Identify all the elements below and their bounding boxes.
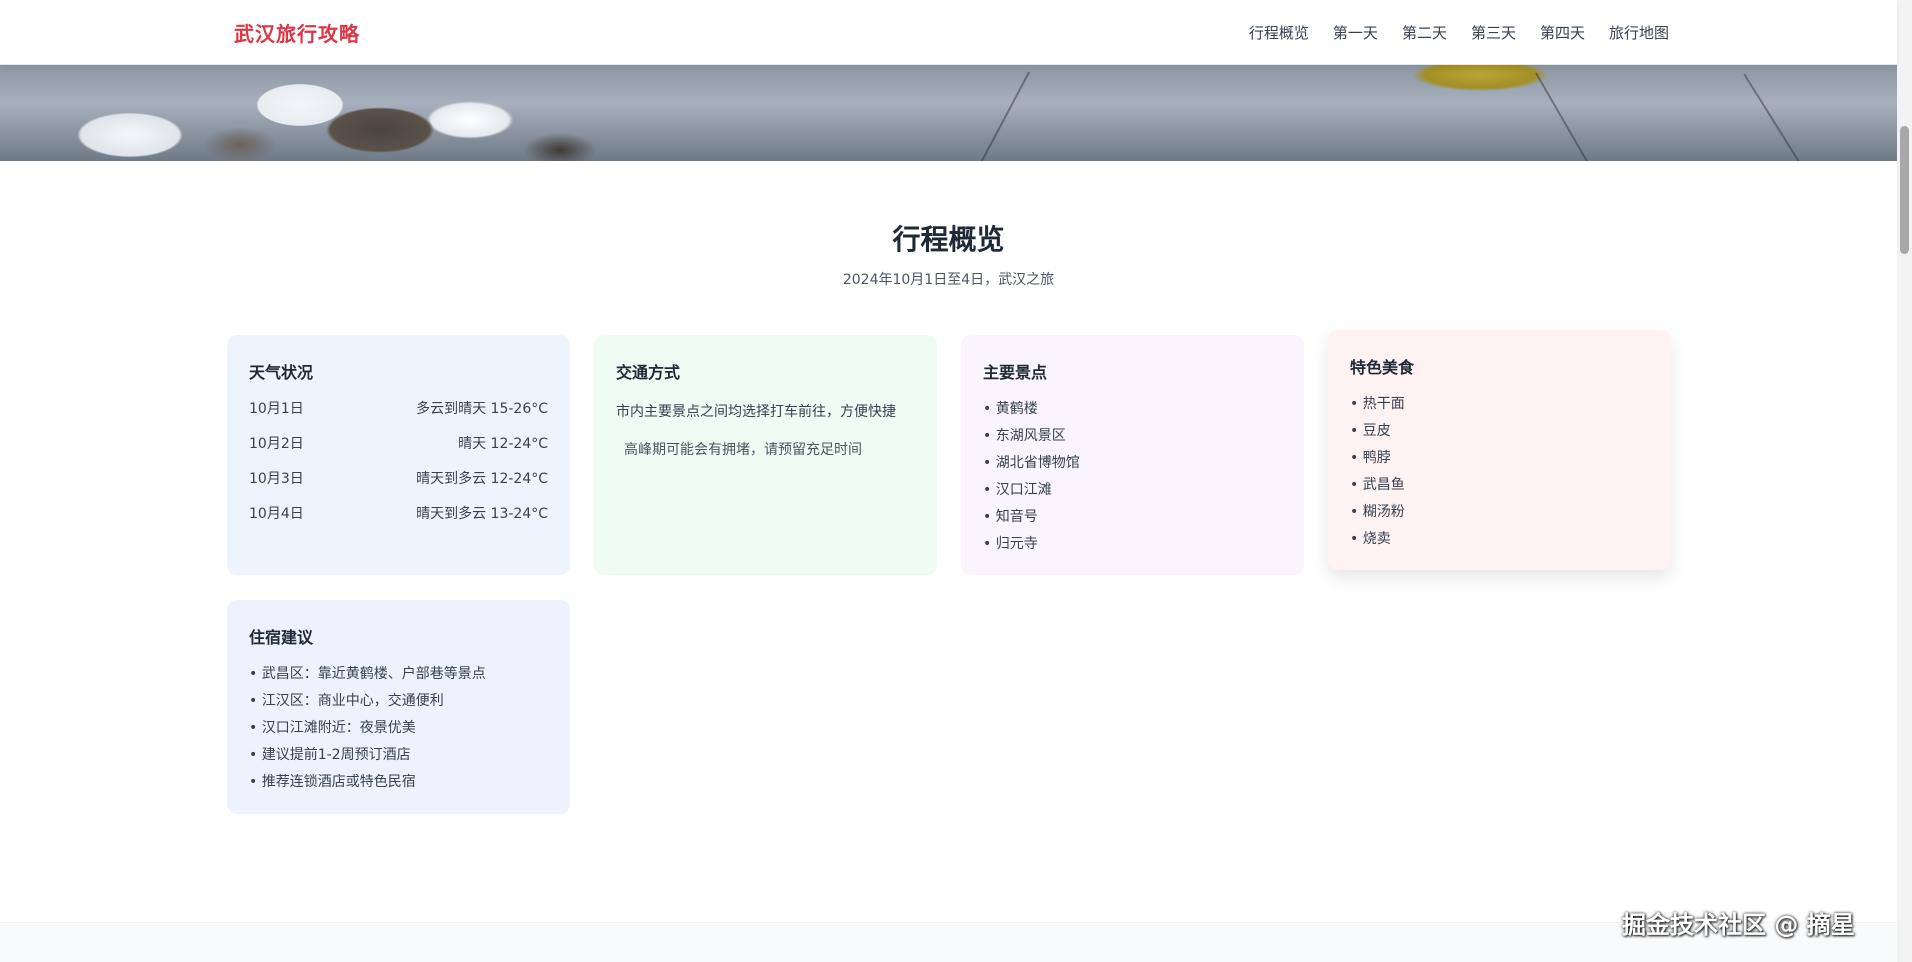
top-navbar: 武汉旅行攻略 行程概览 第一天 第二天 第三天 第四天 旅行地图 [0,0,1897,65]
next-section [0,922,1897,962]
lodging-card: 住宿建议 武昌区：靠近黄鹤楼、户部巷等景点 江汉区：商业中心，交通便利 汉口江滩… [227,600,570,814]
weather-date: 10月4日 [249,506,304,522]
transport-note: 高峰期可能会有拥堵，请预留充足时间 [624,442,862,458]
hero-rope-line [971,71,1031,161]
list-item: 武昌区：靠近黄鹤楼、户部巷等景点 [249,664,548,691]
weather-row: 10月3日 晴天到多云 12-24°C [249,469,548,504]
page: 武汉旅行攻略 行程概览 第一天 第二天 第三天 第四天 旅行地图 行程概览 20… [0,0,1912,962]
hero-rope-line [1535,72,1597,161]
list-item: 黄鹤楼 [983,399,1282,426]
list-item: 烧卖 [1350,529,1649,556]
nav-link-day4[interactable]: 第四天 [1540,22,1585,43]
nav-link-day3[interactable]: 第三天 [1471,22,1516,43]
weather-forecast: 晴天到多云 12-24°C [416,471,548,487]
sights-card: 主要景点 黄鹤楼 东湖风景区 湖北省博物馆 汉口江滩 知音号 归元寺 [961,335,1304,575]
scrollbar-thumb[interactable] [1900,126,1909,254]
section-subtitle: 2024年10月1日至4日，武汉之旅 [842,272,1055,288]
nav-link-overview[interactable]: 行程概览 [1249,22,1309,43]
food-card-title: 特色美食 [1350,358,1415,377]
list-item: 归元寺 [983,534,1282,561]
weather-date: 10月1日 [249,401,304,417]
hero-snow-image [0,65,1897,161]
lodging-card-title: 住宿建议 [249,628,314,647]
list-item: 湖北省博物馆 [983,453,1282,480]
list-item: 东湖风景区 [983,426,1282,453]
weather-row: 10月1日 多云到晴天 15-26°C [249,399,548,434]
list-item: 武昌鱼 [1350,475,1649,502]
weather-row: 10月2日 晴天 12-24°C [249,434,548,469]
food-card[interactable]: 特色美食 热干面 豆皮 鸭脖 武昌鱼 糊汤粉 烧卖 [1328,330,1671,570]
list-item: 豆皮 [1350,421,1649,448]
food-list: 热干面 豆皮 鸭脖 武昌鱼 糊汤粉 烧卖 [1350,394,1649,556]
hero-rope-line [1743,73,1809,161]
weather-forecast: 晴天 12-24°C [458,436,548,452]
nav-link-day2[interactable]: 第二天 [1402,22,1447,43]
sights-list: 黄鹤楼 东湖风景区 湖北省博物馆 汉口江滩 知音号 归元寺 [983,399,1282,561]
list-item: 知音号 [983,507,1282,534]
list-item: 热干面 [1350,394,1649,421]
nav-links: 行程概览 第一天 第二天 第三天 第四天 旅行地图 [1249,22,1669,43]
list-item: 推荐连锁酒店或特色民宿 [249,772,548,799]
nav-link-map[interactable]: 旅行地图 [1609,22,1669,43]
weather-forecast: 多云到晴天 15-26°C [416,401,548,417]
watermark: 掘金技术社区 @ 摘星 [1622,911,1855,939]
weather-card: 天气状况 10月1日 多云到晴天 15-26°C 10月2日 晴天 12-24°… [227,335,570,575]
scrollbar[interactable] [1897,0,1912,962]
list-item: 糊汤粉 [1350,502,1649,529]
list-item: 鸭脖 [1350,448,1649,475]
list-item: 江汉区：商业中心，交通便利 [249,691,548,718]
brand-logo[interactable]: 武汉旅行攻略 [234,18,360,47]
weather-date: 10月3日 [249,471,304,487]
nav-link-day1[interactable]: 第一天 [1333,22,1378,43]
weather-row: 10月4日 晴天到多云 13-24°C [249,504,548,539]
weather-card-title: 天气状况 [249,363,314,382]
sights-card-title: 主要景点 [983,363,1048,382]
weather-date: 10月2日 [249,436,304,452]
transport-card: 交通方式 市内主要景点之间均选择打车前往，方便快捷 高峰期可能会有拥堵，请预留充… [594,335,937,575]
lodging-list: 武昌区：靠近黄鹤楼、户部巷等景点 江汉区：商业中心，交通便利 汉口江滩附近：夜景… [249,664,548,799]
transport-text: 市内主要景点之间均选择打车前往，方便快捷 [616,404,896,420]
list-item: 建议提前1-2周预订酒店 [249,745,548,772]
transport-card-title: 交通方式 [616,363,681,382]
section-title: 行程概览 [892,223,1005,256]
list-item: 汉口江滩附近：夜景优美 [249,718,548,745]
list-item: 汉口江滩 [983,480,1282,507]
weather-forecast: 晴天到多云 13-24°C [416,506,548,522]
